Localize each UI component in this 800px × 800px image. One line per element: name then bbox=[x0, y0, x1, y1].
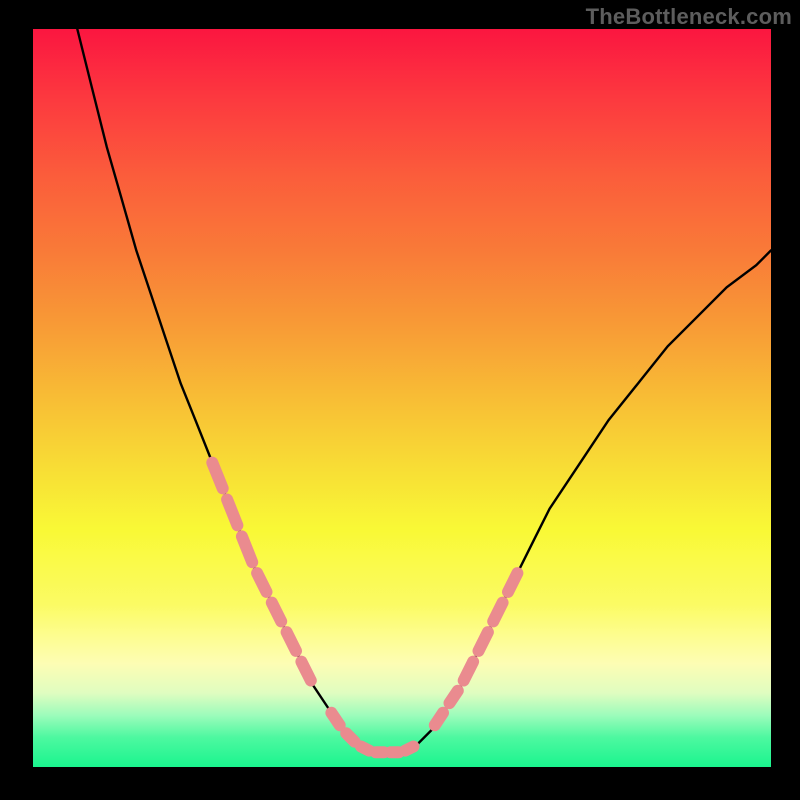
pink-dash-segment bbox=[227, 500, 237, 526]
pink-dash-segment bbox=[346, 733, 354, 741]
pink-dash-segment bbox=[361, 747, 369, 751]
pink-dash-segment bbox=[257, 573, 266, 592]
watermark-text: TheBottleneck.com bbox=[586, 4, 792, 30]
pink-dash-segment bbox=[508, 573, 517, 592]
pink-dash-segment bbox=[493, 603, 502, 622]
pink-dash-segment bbox=[287, 632, 296, 651]
bottleneck-curve bbox=[77, 29, 771, 752]
plot-area bbox=[33, 29, 771, 767]
pink-dash-segment bbox=[435, 713, 443, 725]
pink-dash-segment bbox=[272, 603, 281, 622]
chart-frame: TheBottleneck.com bbox=[0, 0, 800, 800]
pink-dash-segment bbox=[242, 536, 252, 562]
pink-dash-segment bbox=[479, 632, 488, 651]
pink-dash-overlay bbox=[212, 463, 517, 753]
pink-dash-segment bbox=[301, 662, 310, 681]
pink-dash-segment bbox=[464, 662, 473, 681]
curve-overlay bbox=[33, 29, 771, 767]
pink-dash-segment bbox=[450, 691, 458, 703]
pink-dash-segment bbox=[405, 747, 413, 751]
pink-dash-segment bbox=[331, 713, 339, 725]
pink-dash-segment bbox=[212, 463, 222, 489]
